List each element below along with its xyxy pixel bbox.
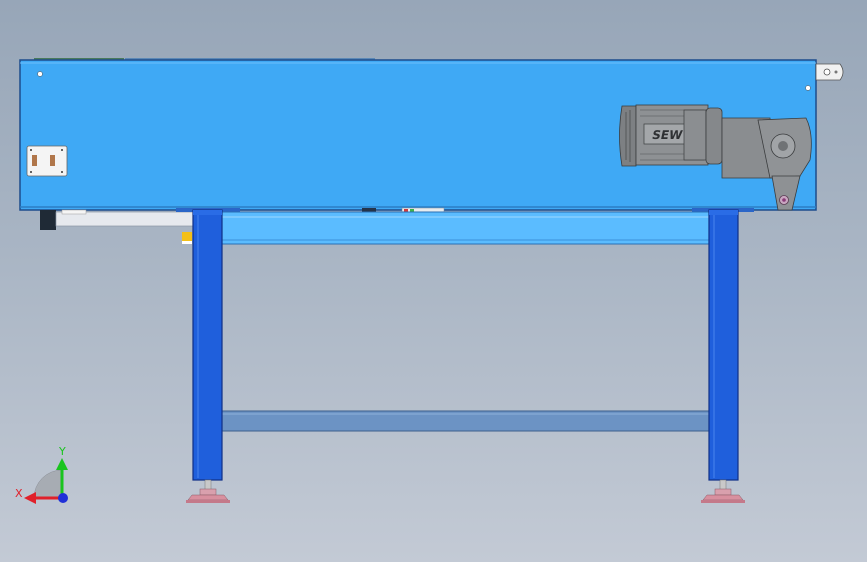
frame-bolt bbox=[805, 85, 811, 91]
y-axis-label: Y bbox=[58, 445, 66, 458]
sensor-mount-plate[interactable] bbox=[26, 145, 68, 177]
frame-bolt bbox=[37, 71, 43, 77]
x-axis-arrowhead bbox=[24, 492, 36, 504]
model-canvas[interactable]: SEW Y X bbox=[0, 0, 867, 562]
x-axis-label: X bbox=[15, 487, 23, 500]
z-axis-dot bbox=[58, 493, 68, 503]
left-leg[interactable] bbox=[192, 209, 223, 481]
triad-quadrant bbox=[33, 469, 63, 499]
cad-viewport[interactable]: SEW Y X bbox=[0, 0, 867, 562]
tail-bracket bbox=[815, 63, 844, 81]
right-leg[interactable] bbox=[708, 209, 739, 481]
motor-brand-label: SEW bbox=[651, 128, 684, 142]
lower-crossbar[interactable] bbox=[219, 410, 713, 432]
right-foot[interactable] bbox=[701, 479, 745, 503]
upper-crossbar[interactable] bbox=[219, 211, 713, 245]
label-tag bbox=[182, 232, 192, 241]
left-foot[interactable] bbox=[186, 479, 230, 503]
axis-triad: Y X bbox=[15, 445, 68, 504]
y-axis-arrowhead bbox=[56, 458, 68, 470]
